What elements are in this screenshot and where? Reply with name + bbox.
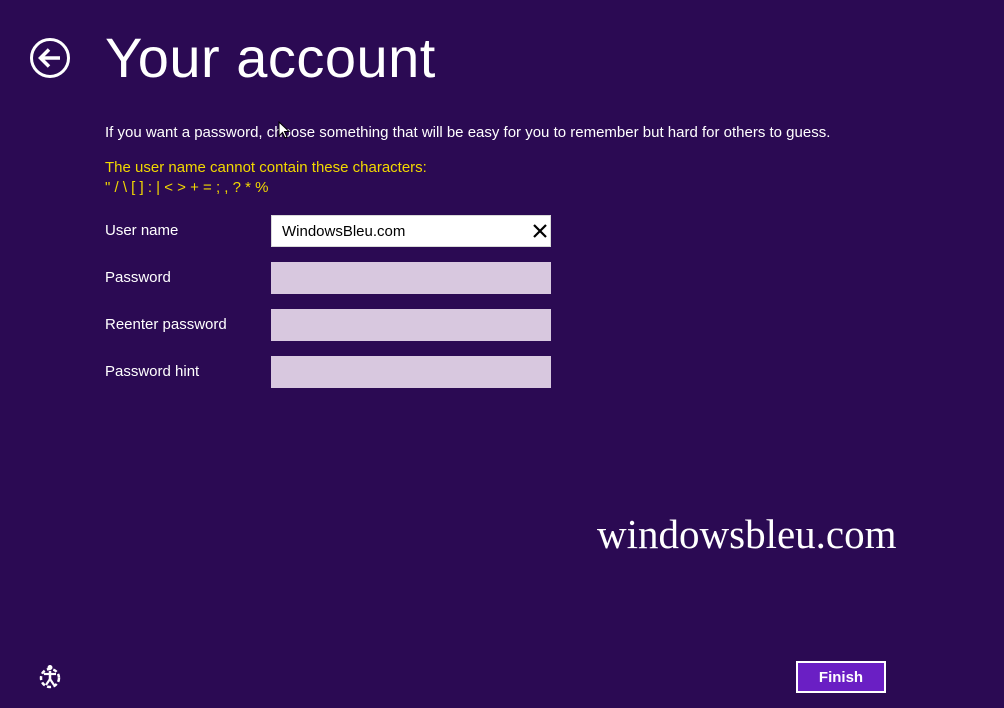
password-hint-row: Password hint (105, 356, 551, 388)
clear-username-button[interactable] (529, 220, 551, 242)
forbidden-characters: " / \ [ ] : | < > + = ; , ? * % (105, 179, 269, 196)
reenter-password-row: Reenter password (105, 309, 551, 341)
username-label: User name (105, 222, 179, 239)
ease-of-access-button[interactable] (37, 664, 63, 690)
intro-text: If you want a password, choose something… (105, 124, 831, 141)
watermark: windowsbleu.com (597, 511, 897, 557)
reenter-password-label: Reenter password (105, 316, 227, 333)
password-label: Password (105, 269, 171, 286)
password-row: Password (105, 262, 551, 294)
back-button[interactable] (29, 37, 71, 79)
ease-of-access-icon (39, 665, 61, 689)
reenter-password-input[interactable] (271, 309, 551, 341)
password-input[interactable] (271, 262, 551, 294)
username-warning: The user name cannot contain these chara… (105, 158, 427, 198)
page-title: Your account (105, 26, 436, 89)
username-row: User name (105, 215, 551, 247)
password-hint-label: Password hint (105, 363, 200, 380)
finish-button[interactable]: Finish (796, 661, 886, 693)
close-icon (533, 224, 547, 238)
username-input[interactable] (271, 215, 551, 247)
warning-line: The user name cannot contain these chara… (105, 159, 427, 176)
password-hint-input[interactable] (271, 356, 551, 388)
back-arrow-icon (30, 38, 70, 78)
